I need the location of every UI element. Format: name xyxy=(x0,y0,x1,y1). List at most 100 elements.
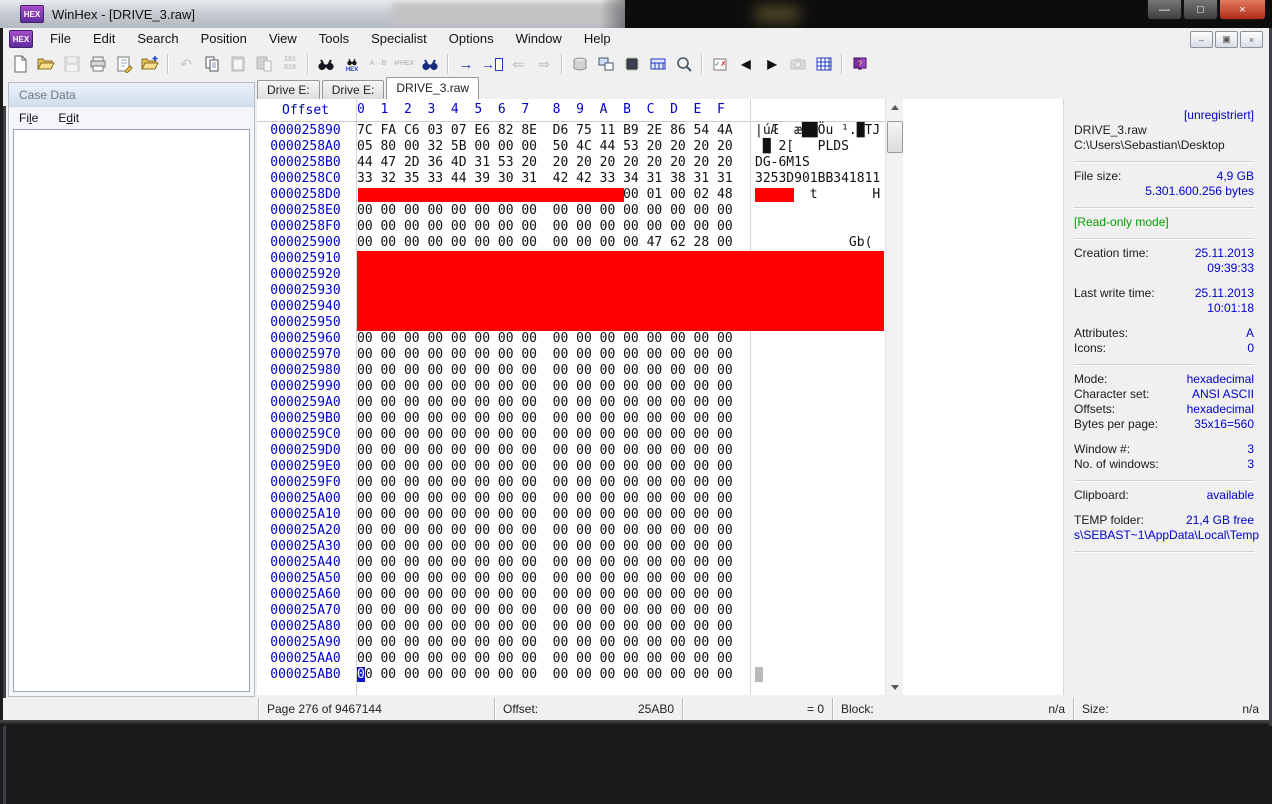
hex-row-bytes[interactable]: 00 00 00 00 00 00 00 00 00 00 00 00 00 0… xyxy=(357,523,747,539)
hex-row[interactable]: 0000259E000 00 00 00 00 00 00 00 00 00 0… xyxy=(257,459,885,475)
hex-row[interactable]: 000025A6000 00 00 00 00 00 00 00 00 00 0… xyxy=(257,587,885,603)
case-menu-edit[interactable]: Edit xyxy=(48,111,89,125)
hex-row-bytes[interactable]: 00 00 00 00 00 00 00 00 00 00 00 00 00 0… xyxy=(357,427,747,443)
hex-row-ascii[interactable] xyxy=(755,363,880,379)
find-text-icon[interactable] xyxy=(313,52,339,76)
mdi-minimize-button[interactable]: – xyxy=(1190,31,1213,48)
menu-edit[interactable]: Edit xyxy=(82,28,126,50)
tab-drive-3-raw[interactable]: DRIVE_3.raw xyxy=(386,77,479,99)
menu-file[interactable]: File xyxy=(39,28,82,50)
find-hex-icon[interactable]: HEX xyxy=(339,52,365,76)
hex-row[interactable]: 000025A4000 00 00 00 00 00 00 00 00 00 0… xyxy=(257,555,885,571)
hex-row-bytes[interactable]: 00 00 00 00 00 00 00 00 00 00 00 00 00 0… xyxy=(357,203,747,219)
print-icon[interactable] xyxy=(85,52,111,76)
properties-icon[interactable] xyxy=(111,52,137,76)
preview-icon[interactable] xyxy=(671,52,697,76)
scroll-up-button[interactable] xyxy=(887,99,902,115)
hex-row[interactable]: 000025A7000 00 00 00 00 00 00 00 00 00 0… xyxy=(257,603,885,619)
hex-row-bytes[interactable]: 00 00 00 00 00 00 00 00 00 00 00 00 00 0… xyxy=(357,347,747,363)
next-window-icon[interactable]: ▶ xyxy=(759,52,785,76)
data-interpreter-icon[interactable] xyxy=(811,52,837,76)
hex-row[interactable]: 000025A2000 00 00 00 00 00 00 00 00 00 0… xyxy=(257,523,885,539)
hex-row-bytes[interactable]: 00 00 00 00 00 00 00 00 00 00 00 00 00 0… xyxy=(357,619,747,635)
hex-row-ascii[interactable] xyxy=(755,619,880,635)
menu-view[interactable]: View xyxy=(258,28,308,50)
hex-row[interactable]: 00002599000 00 00 00 00 00 00 00 00 00 0… xyxy=(257,379,885,395)
hex-row-ascii[interactable]: |úÆ æ██Öu ¹.█TJ xyxy=(755,123,880,139)
hex-row[interactable]: 0000259B000 00 00 00 00 00 00 00 00 00 0… xyxy=(257,411,885,427)
menu-help[interactable]: Help xyxy=(573,28,622,50)
hex-row[interactable]: 0000258B044 47 2D 36 4D 31 53 20 20 20 2… xyxy=(257,155,885,171)
mdi-restore-button[interactable]: ▣ xyxy=(1215,31,1238,48)
hex-row-bytes[interactable]: 00 00 00 00 00 00 00 00 00 00 00 00 00 0… xyxy=(357,555,747,571)
maximize-button[interactable]: □ xyxy=(1183,0,1218,20)
hex-row-bytes[interactable]: 00 00 00 00 00 00 00 00 00 00 00 00 47 6… xyxy=(357,235,747,251)
hex-row-ascii[interactable] xyxy=(755,203,880,219)
hex-row-ascii[interactable] xyxy=(755,395,880,411)
hex-row[interactable]: 0000259A000 00 00 00 00 00 00 00 00 00 0… xyxy=(257,395,885,411)
hex-row[interactable]: 0000259C000 00 00 00 00 00 00 00 00 00 0… xyxy=(257,427,885,443)
hex-row-ascii[interactable]: Gb( xyxy=(755,235,880,251)
hex-row[interactable]: 0000258907C FA C6 03 07 E6 82 8E D6 75 1… xyxy=(257,123,885,139)
hex-row-ascii[interactable] xyxy=(755,507,880,523)
case-menu-file[interactable]: File xyxy=(9,111,48,125)
hex-row-bytes[interactable]: 44 47 2D 36 4D 31 53 20 20 20 20 20 20 2… xyxy=(357,155,747,171)
hex-row[interactable]: 000025A8000 00 00 00 00 00 00 00 00 00 0… xyxy=(257,619,885,635)
hex-row[interactable]: 0000258A005 80 00 32 5B 00 00 00 50 4C 4… xyxy=(257,139,885,155)
hex-row[interactable]: 00002598000 00 00 00 00 00 00 00 00 00 0… xyxy=(257,363,885,379)
hex-row-bytes[interactable]: 7C FA C6 03 07 E6 82 8E D6 75 11 B9 2E 8… xyxy=(357,123,747,139)
hex-row-bytes[interactable]: 00 00 00 00 00 00 00 00 00 00 00 00 00 0… xyxy=(357,459,747,475)
hex-row[interactable]: 000025A0000 00 00 00 00 00 00 00 00 00 0… xyxy=(257,491,885,507)
hex-row-ascii[interactable]: DG-6M1S xyxy=(755,155,880,171)
hex-row[interactable]: 000025AA000 00 00 00 00 00 00 00 00 00 0… xyxy=(257,651,885,667)
hex-row-ascii[interactable] xyxy=(755,411,880,427)
minimize-button[interactable]: — xyxy=(1147,0,1182,20)
open-file-icon[interactable] xyxy=(33,52,59,76)
hex-row[interactable]: 000025A1000 00 00 00 00 00 00 00 00 00 0… xyxy=(257,507,885,523)
new-file-icon[interactable] xyxy=(7,52,33,76)
hex-row-bytes[interactable]: 00 00 00 00 00 00 00 00 00 00 00 00 00 0… xyxy=(357,507,747,523)
goto-offset-icon[interactable]: → xyxy=(453,52,479,76)
hex-row[interactable]: 000025A3000 00 00 00 00 00 00 00 00 00 0… xyxy=(257,539,885,555)
hex-row-ascii[interactable] xyxy=(755,523,880,539)
hex-row[interactable]: 0000259D000 00 00 00 00 00 00 00 00 00 0… xyxy=(257,443,885,459)
hex-row-bytes[interactable]: 00 00 00 00 00 00 00 00 00 00 00 00 00 0… xyxy=(357,491,747,507)
hex-row-bytes[interactable]: 00 00 00 00 00 00 00 00 00 00 00 00 00 0… xyxy=(357,475,747,491)
vertical-scrollbar[interactable] xyxy=(885,99,903,695)
menu-tools[interactable]: Tools xyxy=(308,28,360,50)
hex-row-bytes[interactable]: 00 00 00 00 00 00 00 00 00 00 00 00 00 0… xyxy=(357,539,747,555)
hex-row-ascii[interactable] xyxy=(755,427,880,443)
hex-row-ascii[interactable] xyxy=(755,443,880,459)
menu-position[interactable]: Position xyxy=(190,28,258,50)
hex-row[interactable]: 00002596000 00 00 00 00 00 00 00 00 00 0… xyxy=(257,331,885,347)
menu-window[interactable]: Window xyxy=(505,28,573,50)
memory-chip-icon[interactable] xyxy=(619,52,645,76)
hex-row-bytes[interactable]: 00 00 00 00 00 00 00 00 00 00 00 00 00 0… xyxy=(357,651,747,667)
hex-row[interactable]: 00002590000 00 00 00 00 00 00 00 00 00 0… xyxy=(257,235,885,251)
menu-options[interactable]: Options xyxy=(438,28,505,50)
hex-row-ascii[interactable] xyxy=(755,219,880,235)
previous-window-icon[interactable]: ◀ xyxy=(733,52,759,76)
hex-row-bytes[interactable]: 00 00 00 00 00 00 00 00 00 00 00 00 00 0… xyxy=(357,379,747,395)
hex-row-bytes[interactable]: 00 00 00 00 00 00 00 00 00 00 00 00 00 0… xyxy=(357,603,747,619)
edit-template-icon[interactable] xyxy=(137,52,163,76)
hex-row-bytes[interactable]: 00 00 00 00 00 00 00 00 00 00 00 00 00 0… xyxy=(357,411,747,427)
hex-row-bytes[interactable]: 00 00 00 00 00 00 00 00 00 00 00 00 00 0… xyxy=(357,395,747,411)
hex-editor[interactable]: Offset 0 1 2 3 4 5 6 7 8 9 A B C D E F 0… xyxy=(257,99,885,695)
continue-search-icon[interactable] xyxy=(417,52,443,76)
hex-row-ascii[interactable] xyxy=(755,587,880,603)
hex-row-bytes[interactable]: 00 00 00 00 00 00 00 00 00 00 00 00 00 0… xyxy=(357,363,747,379)
hex-row[interactable]: 00002597000 00 00 00 00 00 00 00 00 00 0… xyxy=(257,347,885,363)
hex-row-bytes[interactable]: 05 80 00 32 5B 00 00 00 50 4C 44 53 20 2… xyxy=(357,139,747,155)
hex-row-ascii[interactable] xyxy=(755,491,880,507)
open-disk-icon[interactable] xyxy=(567,52,593,76)
hex-row-ascii[interactable] xyxy=(755,539,880,555)
hex-row-ascii[interactable]: █ 2[ PLDS xyxy=(755,139,880,155)
hex-row-ascii[interactable] xyxy=(755,651,880,667)
verify-icon[interactable]: ✓✗ xyxy=(707,52,733,76)
hex-row-ascii[interactable] xyxy=(755,603,880,619)
hex-row-ascii[interactable] xyxy=(755,555,880,571)
menu-search[interactable]: Search xyxy=(126,28,189,50)
hex-row-ascii[interactable] xyxy=(755,347,880,363)
case-data-tree[interactable] xyxy=(13,129,250,692)
